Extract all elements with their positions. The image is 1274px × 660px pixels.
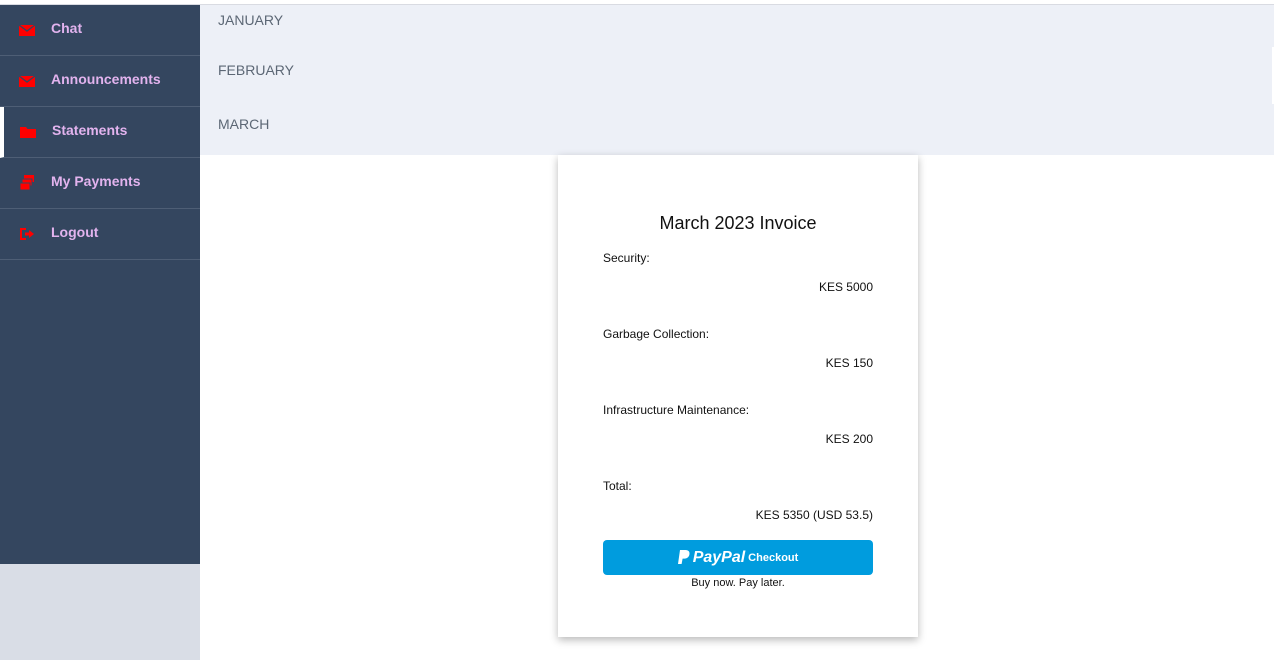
sign-out-icon <box>20 228 34 240</box>
security-value: KES 5000 <box>818 280 873 294</box>
sidebar-item-statements[interactable]: Statements <box>0 107 200 158</box>
sidebar-item-label: Announcements <box>51 71 161 87</box>
total-value: KES 5350 (USD 53.5) <box>755 508 873 522</box>
infrastructure-maintenance-label: Infrastructure Maintenance: <box>603 403 750 417</box>
money-icon <box>19 175 34 191</box>
sidebar-item-logout[interactable]: Logout <box>0 209 200 260</box>
invoice-card: March 2023 Invoice Security: KES 5000 Ga… <box>558 155 918 637</box>
sidebar-item-label: Logout <box>51 224 99 240</box>
total-label: Total: <box>603 479 632 493</box>
sidebar-item-label: My Payments <box>51 173 141 189</box>
paypal-icon <box>677 550 690 564</box>
invoice-title: March 2023 Invoice <box>659 213 817 233</box>
security-label: Security: <box>603 251 650 265</box>
sidebar: Chat Announcements Statements My Payment… <box>0 5 200 564</box>
envelope-icon <box>18 24 36 36</box>
sidebar-item-my-payments[interactable]: My Payments <box>0 158 200 209</box>
sidebar-item-chat[interactable]: Chat <box>0 5 200 56</box>
paypal-checkout-button[interactable]: PayPal Checkout <box>603 540 873 575</box>
sidebar-footer-area <box>0 564 200 660</box>
sidebar-item-label: Chat <box>51 20 83 36</box>
paypal-wordmark: PayPal <box>692 548 746 566</box>
sidebar-item-label: Statements <box>52 122 128 138</box>
folder-icon <box>20 127 36 138</box>
garbage-collection-value: KES 150 <box>825 356 873 370</box>
garbage-collection-label: Garbage Collection: <box>603 327 710 341</box>
paypal-checkout-label: Checkout <box>748 551 799 564</box>
envelope-icon <box>18 75 36 87</box>
month-february[interactable]: FEBRUARY <box>200 55 1274 109</box>
month-january[interactable]: JANUARY <box>200 5 1274 55</box>
paypal-logo: PayPal Checkout <box>677 548 799 567</box>
sidebar-item-announcements[interactable]: Announcements <box>0 56 200 107</box>
infrastructure-maintenance-value: KES 200 <box>825 432 873 446</box>
month-accordion: JANUARY FEBRUARY MARCH <box>200 5 1274 155</box>
paypal-tagline: Buy now. Pay later. <box>691 577 785 589</box>
